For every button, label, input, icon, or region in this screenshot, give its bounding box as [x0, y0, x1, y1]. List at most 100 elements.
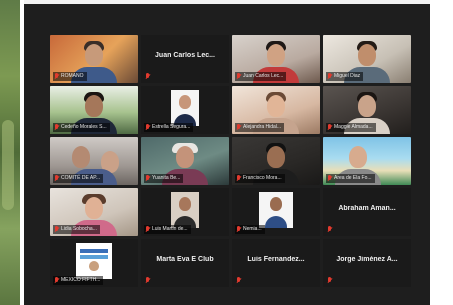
participant-tile[interactable]: Area de Ela Fo... — [323, 137, 411, 185]
participant-name: Jorge Jiménez A... — [336, 256, 398, 263]
participant-nameplate: Yuanita Be... — [144, 174, 184, 183]
participant-nameplate: Luis Martin de... — [144, 225, 191, 234]
participant-tile[interactable]: Yuanita Be... — [141, 137, 229, 185]
participant-tile[interactable]: Francisco Mora... — [232, 137, 320, 185]
participant-tile[interactable]: COMITÉ DE AP... — [50, 137, 138, 185]
mic-muted-icon — [54, 277, 59, 284]
participant-nameplate: Estrella Segura... — [144, 123, 194, 132]
participant-name: Alejandra Hidal... — [243, 124, 282, 130]
mic-muted-icon — [145, 277, 150, 284]
mic-muted-icon — [145, 175, 150, 182]
participant-name: Abraham Aman... — [338, 205, 396, 212]
participant-tile[interactable]: Estrella Segura... — [141, 86, 229, 134]
participant-face — [358, 44, 376, 66]
participant-name: Maggie Almada... — [334, 124, 373, 130]
participant-name: Juan Carlos Lec... — [155, 52, 215, 59]
participant-name: MEXICO FIFTH... — [61, 277, 101, 283]
participant-face — [358, 95, 376, 117]
participant-gallery-grid: ROMANO Juan Carlos Lec... Juan Carlos Le… — [50, 35, 411, 287]
participant-tile[interactable]: Alejandra Hidal... — [232, 86, 320, 134]
participant-body — [265, 216, 287, 228]
profile-picture — [171, 192, 199, 228]
mic-muted-icon — [145, 226, 150, 233]
participant-face — [179, 95, 191, 109]
participant-name: Yuanita Be... — [152, 175, 181, 181]
mic-muted-icon — [236, 277, 241, 284]
participant-face — [85, 44, 103, 66]
organization-logo — [76, 243, 112, 279]
participant-face — [267, 95, 285, 117]
mic-muted-icon — [327, 175, 332, 182]
participant-nameplate: Juan Carlos Lec... — [235, 72, 287, 81]
participant-tile[interactable]: Nemia... — [232, 188, 320, 236]
participant-face — [89, 261, 99, 271]
mic-muted-icon — [54, 124, 59, 131]
background-photo-right — [430, 0, 453, 305]
participant-nameplate: COMITÉ DE AP... — [53, 174, 104, 183]
participant-name: COMITÉ DE AP... — [61, 175, 101, 181]
participant-name: Marta Eva E Club — [156, 256, 214, 263]
participant-nameplate: ROMANO — [53, 72, 87, 81]
participant-tile[interactable]: Jorge Jiménez A... — [323, 239, 411, 287]
participant-nameplate: Area de Ela Fo... — [326, 174, 375, 183]
participant-name: Francisco Mora... — [243, 175, 282, 181]
participant-name: Lidia Sobocha... — [61, 226, 97, 232]
mic-muted-icon — [327, 73, 332, 80]
participant-name: Luis Fernandez... — [247, 256, 305, 263]
participant-tile[interactable]: Marta Eva E Club — [141, 239, 229, 287]
participant-face — [71, 146, 90, 168]
participant-name: Miguel Diaz — [334, 73, 361, 79]
participant-nameplate: Nemia... — [235, 225, 265, 234]
participant-nameplate: Lidia Sobocha... — [53, 225, 100, 234]
participant-face — [179, 197, 191, 211]
participant-tile[interactable]: MEXICO FIFTH... — [50, 239, 138, 287]
mic-muted-icon — [54, 226, 59, 233]
participant-face — [85, 95, 103, 117]
participant-name: ROMANO — [61, 73, 84, 79]
mic-muted-icon — [54, 73, 59, 80]
mic-muted-icon — [236, 175, 241, 182]
participant-face — [267, 44, 285, 66]
logo-stripe — [80, 249, 108, 253]
participant-nameplate: Cedeño Morales S... — [53, 123, 110, 132]
participant-tile[interactable]: Abraham Aman... — [323, 188, 411, 236]
participant-name: Area de Ela Fo... — [334, 175, 372, 181]
participant-face — [349, 146, 368, 168]
mic-muted-icon — [236, 124, 241, 131]
participant-nameplate: MEXICO FIFTH... — [53, 276, 104, 285]
mic-muted-icon — [145, 73, 150, 80]
participant-tile-active-speaker[interactable]: Cedeño Morales S... — [50, 86, 138, 134]
mic-muted-icon — [236, 73, 241, 80]
participant-tile[interactable]: ROMANO — [50, 35, 138, 83]
participant-name: Cedeño Morales S... — [61, 124, 107, 130]
mic-muted-icon — [236, 226, 241, 233]
participant-name: Nemia... — [243, 226, 262, 232]
participant-tile[interactable]: Luis Fernandez... — [232, 239, 320, 287]
participant-face — [270, 197, 282, 211]
participant-nameplate: Francisco Mora... — [235, 174, 285, 183]
participant-nameplate: Miguel Diaz — [326, 72, 364, 81]
participant-tile[interactable]: Luis Martin de... — [141, 188, 229, 236]
participant-face — [176, 146, 194, 168]
participant-tile[interactable]: Maggie Almada... — [323, 86, 411, 134]
profile-picture — [171, 90, 199, 126]
mic-muted-icon — [145, 124, 150, 131]
mic-muted-icon — [327, 277, 332, 284]
participant-nameplate: Maggie Almada... — [326, 123, 376, 132]
mic-muted-icon — [54, 175, 59, 182]
participant-name: Estrella Segura... — [152, 124, 191, 130]
background-photo-left — [0, 0, 20, 305]
mic-muted-icon — [327, 124, 332, 131]
participant-tile[interactable]: Miguel Diaz — [323, 35, 411, 83]
participant-name: Juan Carlos Lec... — [243, 73, 284, 79]
mic-muted-icon — [327, 226, 332, 233]
participant-name: Luis Martin de... — [152, 226, 188, 232]
participant-face — [267, 146, 285, 168]
profile-picture — [259, 192, 293, 228]
participant-nameplate: Alejandra Hidal... — [235, 123, 285, 132]
participant-tile[interactable]: Lidia Sobocha... — [50, 188, 138, 236]
participant-face — [85, 197, 103, 219]
participant-tile[interactable]: Juan Carlos Lec... — [232, 35, 320, 83]
participant-tile[interactable]: Juan Carlos Lec... — [141, 35, 229, 83]
logo-stripe — [80, 255, 108, 259]
